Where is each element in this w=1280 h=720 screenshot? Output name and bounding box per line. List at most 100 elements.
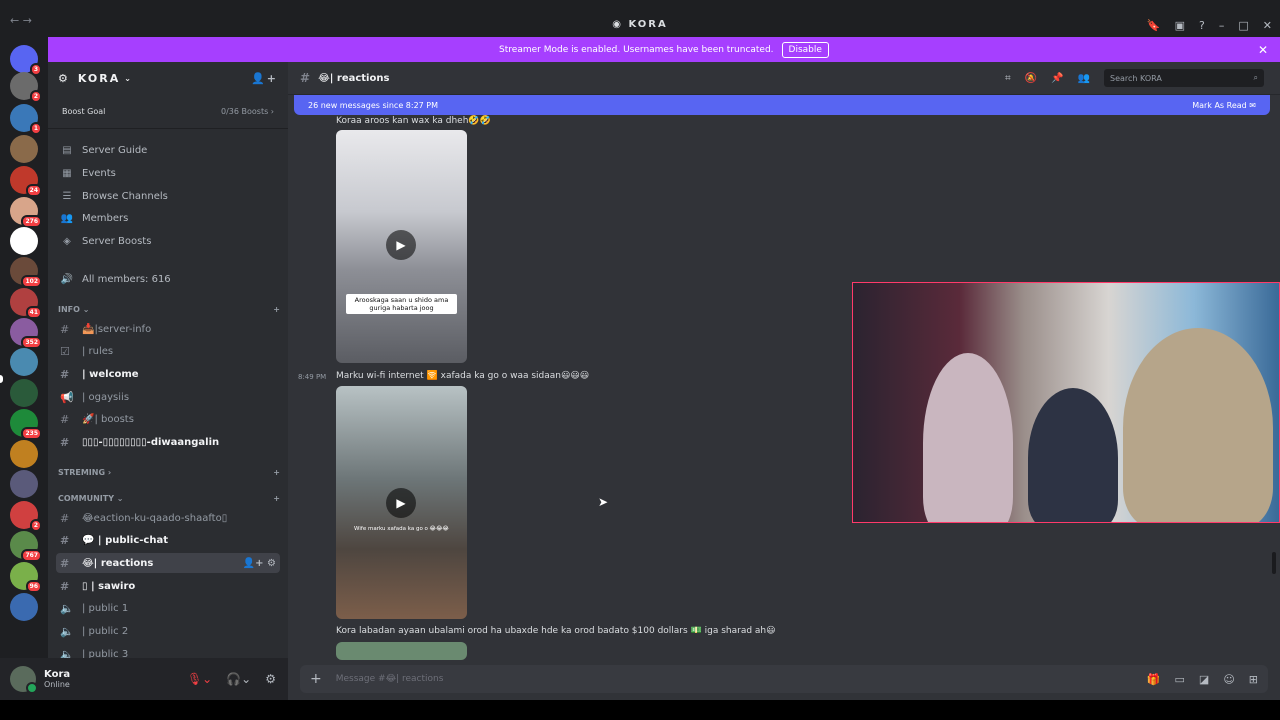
add-channel-icon[interactable]: +: [273, 494, 280, 503]
rules-icon: ☑: [60, 345, 70, 359]
header-tools: ⌗ 🔕 📌 👥 Search KORA ⌕: [1005, 69, 1264, 87]
server-icon[interactable]: 24: [10, 166, 42, 197]
server-icon[interactable]: [10, 593, 38, 621]
avatar[interactable]: [10, 666, 38, 694]
server-icon[interactable]: [10, 348, 38, 376]
server-icon[interactable]: 235: [10, 409, 42, 440]
channel-item[interactable]: # | welcome: [56, 364, 280, 384]
category-label: INFO: [58, 305, 80, 314]
server-icon[interactable]: 352: [10, 318, 42, 349]
user-info[interactable]: Kora Online: [44, 669, 70, 689]
channel-item[interactable]: # 😂| reactions 👤+ ⚙: [56, 553, 280, 574]
server-icon[interactable]: 767: [10, 531, 42, 562]
server-icon[interactable]: 41: [10, 288, 42, 319]
all-members-voice[interactable]: 🔊 All members: 616: [58, 269, 171, 289]
sticker-icon[interactable]: ◪: [1199, 673, 1209, 686]
channel-item[interactable]: # 💬 | public-chat: [56, 531, 280, 551]
server-icon[interactable]: 102: [10, 257, 42, 288]
search-input[interactable]: Search KORA ⌕: [1104, 69, 1264, 87]
add-channel-icon[interactable]: +: [273, 305, 280, 314]
emoji-icon[interactable]: ☺: [1223, 673, 1234, 686]
settings-gear-icon[interactable]: ⚙: [265, 672, 276, 686]
boost-goal-value: 0/36 Boosts ›: [220, 107, 274, 116]
threads-icon[interactable]: ⌗: [1005, 73, 1011, 84]
hash-icon: #: [60, 413, 70, 427]
hash-icon: #: [60, 322, 70, 336]
video-attachment[interactable]: ▶ Wife marku xafada ka go o 😂😂😂: [336, 386, 467, 619]
channel-item[interactable]: # 🚀| boosts: [56, 410, 280, 430]
server-icon[interactable]: [10, 470, 38, 498]
user-panel: Kora Online 🎙⌄ 🎧⌄ ⚙: [0, 658, 288, 700]
close-icon[interactable]: ✕: [1258, 43, 1268, 57]
maximize-icon[interactable]: □: [1238, 19, 1248, 32]
invite-icon[interactable]: 👤+: [251, 72, 278, 85]
channel-settings-icon[interactable]: 👤+ ⚙: [243, 558, 276, 569]
person-middle: [1028, 388, 1118, 522]
new-messages-bar[interactable]: 26 new messages since 8:27 PM Mark As Re…: [294, 95, 1270, 115]
server-boosts-item[interactable]: ◈ Server Boosts: [58, 231, 151, 251]
boost-goal[interactable]: Boost Goal 0/36 Boosts ›: [48, 95, 288, 129]
channel-item[interactable]: 📢 | ogaysiis: [56, 387, 280, 407]
server-icon[interactable]: 1: [10, 104, 42, 135]
channel-label: | public 3: [82, 648, 129, 658]
pin-icon[interactable]: 📌: [1051, 73, 1063, 84]
channel-item[interactable]: 🔈 | public 1: [56, 599, 280, 619]
close-icon[interactable]: ✕: [1263, 19, 1272, 32]
server-header[interactable]: ⚙ KORA ⌄ 👤+: [48, 62, 288, 95]
server-icon[interactable]: [10, 227, 38, 255]
events-item[interactable]: ▦ Events: [58, 163, 116, 183]
browse-channels-item[interactable]: ☰ Browse Channels: [58, 186, 168, 206]
play-icon[interactable]: ▶: [386, 488, 416, 518]
play-icon[interactable]: ▶: [386, 230, 416, 260]
composer-tools: 🎁 ▭ ◪ ☺ ⊞: [1147, 673, 1258, 686]
channel-item[interactable]: # ▯▯▯-▯▯▯▯▯▯▯▯-diwaangalin: [56, 433, 280, 453]
disable-button[interactable]: Disable: [781, 41, 829, 58]
all-members-label: All members: 616: [82, 273, 171, 285]
channel-item[interactable]: ☑ | rules: [56, 342, 280, 362]
discord-home-icon[interactable]: 3: [10, 45, 42, 76]
voice-controls: 🎙⌄ 🎧⌄ ⚙: [187, 672, 276, 686]
speaker-icon: 🔈: [60, 625, 74, 638]
server-guide-item[interactable]: ▤ Server Guide: [58, 140, 147, 160]
server-icon[interactable]: 276: [10, 197, 42, 228]
server-icon[interactable]: 2: [10, 501, 42, 532]
server-icon[interactable]: [10, 135, 38, 163]
members-item[interactable]: 👥 Members: [58, 208, 129, 228]
category-community[interactable]: COMMUNITY ⌄ +: [58, 494, 280, 503]
calendar-icon: ▦: [62, 167, 72, 179]
minimize-icon[interactable]: –: [1219, 19, 1225, 32]
channel-item[interactable]: # 📥|server-info: [56, 319, 280, 339]
mark-as-read-button[interactable]: Mark As Read ✉: [1192, 101, 1256, 110]
notification-bell-icon[interactable]: 🔕: [1025, 73, 1037, 84]
gift-icon[interactable]: 🎁: [1147, 673, 1161, 686]
channel-item[interactable]: # ▯ | sawiro: [56, 576, 280, 596]
channel-item[interactable]: # 😂eaction-ku-qaado-shaafto▯: [56, 508, 280, 528]
inbox-icon[interactable]: ▣: [1175, 19, 1185, 32]
category-streming[interactable]: STREMING › +: [58, 468, 280, 477]
scrollbar[interactable]: [1272, 552, 1276, 574]
mention-badge: 41: [25, 306, 42, 319]
nav-label: Members: [82, 212, 129, 224]
server-icon[interactable]: [10, 440, 38, 468]
mic-muted-icon[interactable]: 🎙⌄: [187, 672, 212, 686]
bookmark-icon[interactable]: 🔖: [1147, 19, 1161, 32]
channel-item[interactable]: 🔈 | public 2: [56, 622, 280, 642]
apps-icon[interactable]: ⊞: [1249, 673, 1258, 686]
server-name: KORA: [77, 72, 121, 85]
server-icon[interactable]: 96: [10, 562, 42, 593]
member-list-icon[interactable]: 👥: [1078, 73, 1090, 84]
video-attachment[interactable]: [336, 642, 467, 660]
headset-icon[interactable]: 🎧⌄: [226, 672, 251, 686]
channel-item[interactable]: 🔈 | public 3: [56, 644, 280, 658]
category-info[interactable]: INFO ⌄ +: [58, 305, 280, 314]
channel-label: | public 1: [82, 603, 129, 615]
message-composer[interactable]: + Message #😂| reactions 🎁 ▭ ◪ ☺ ⊞: [300, 665, 1268, 693]
gif-icon[interactable]: ▭: [1175, 673, 1185, 686]
server-icon[interactable]: [10, 379, 38, 407]
video-attachment[interactable]: ▶ Arooskaga saan u shido ama guriga haba…: [336, 130, 467, 363]
add-attachment-icon[interactable]: +: [310, 671, 322, 687]
help-icon[interactable]: ?: [1199, 19, 1205, 32]
server-icon[interactable]: 2: [10, 72, 42, 103]
hash-icon: #: [60, 511, 70, 525]
add-channel-icon[interactable]: +: [273, 468, 280, 477]
